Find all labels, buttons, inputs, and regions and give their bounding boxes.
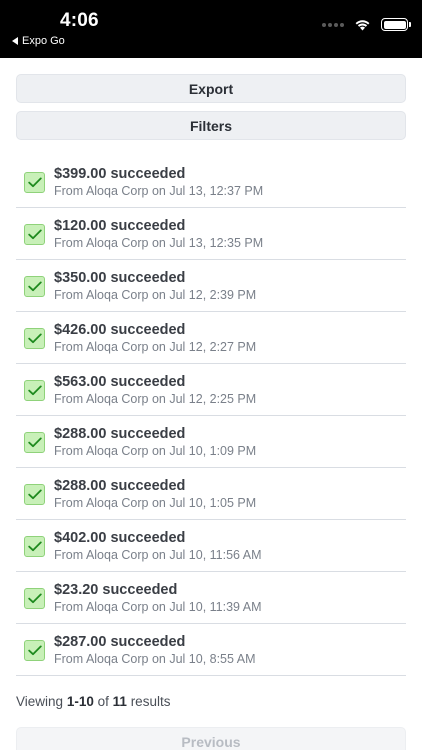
pagination-prefix: Viewing [16, 694, 64, 709]
payment-title: $350.00 succeeded [54, 270, 185, 286]
payment-details: From Aloqa Corp on Jul 10, 1:05 PM [54, 496, 257, 510]
pagination-of: of [97, 694, 109, 709]
signal-dots-icon [322, 22, 344, 27]
status-bar: 4:06 Expo Go [0, 0, 422, 58]
payment-details: From Aloqa Corp on Jul 12, 2:25 PM [54, 392, 257, 406]
checkmark-icon [24, 588, 45, 609]
wifi-icon [355, 20, 370, 31]
payment-details: From Aloqa Corp on Jul 10, 11:56 AM [54, 548, 262, 562]
list-item[interactable]: $399.00 succeeded From Aloqa Corp on Jul … [16, 156, 406, 208]
payment-amount: $288.00 [54, 426, 107, 442]
payment-title: $287.00 succeeded [54, 634, 185, 650]
payments-list: $399.00 succeeded From Aloqa Corp on Jul … [16, 156, 406, 676]
payment-status: succeeded [110, 166, 186, 182]
payment-status: succeeded [110, 478, 186, 494]
back-triangle-icon [12, 37, 18, 45]
payment-amount: $23.20 [54, 582, 99, 598]
list-item[interactable]: $402.00 succeeded From Aloqa Corp on Jul … [16, 520, 406, 572]
payment-status: succeeded [110, 530, 186, 546]
list-item[interactable]: $288.00 succeeded From Aloqa Corp on Jul … [16, 468, 406, 520]
status-indicators [322, 18, 411, 31]
payment-amount: $399.00 [54, 166, 107, 182]
list-item[interactable]: $563.00 succeeded From Aloqa Corp on Jul … [16, 364, 406, 416]
pagination-total: 11 [112, 694, 127, 709]
payment-status: succeeded [110, 426, 186, 442]
status-time: 4:06 [60, 10, 99, 31]
payment-status: succeeded [102, 582, 178, 598]
list-item[interactable]: $287.00 succeeded From Aloqa Corp on Jul … [16, 624, 406, 676]
payment-status: succeeded [110, 270, 186, 286]
list-item[interactable]: $350.00 succeeded From Aloqa Corp on Jul … [16, 260, 406, 312]
payment-details: From Aloqa Corp on Jul 10, 8:55 AM [54, 652, 256, 666]
list-item[interactable]: $23.20 succeeded From Aloqa Corp on Jul 1… [16, 572, 406, 624]
payment-status: succeeded [110, 634, 186, 650]
payment-amount: $563.00 [54, 374, 107, 390]
payment-details: From Aloqa Corp on Jul 10, 1:09 PM [54, 444, 257, 458]
payment-amount: $288.00 [54, 478, 107, 494]
payment-amount: $350.00 [54, 270, 107, 286]
list-item[interactable]: $288.00 succeeded From Aloqa Corp on Jul … [16, 416, 406, 468]
filters-button[interactable]: Filters [16, 111, 406, 140]
checkmark-icon [24, 432, 45, 453]
payment-title: $399.00 succeeded [54, 166, 185, 182]
back-app-label: Expo Go [22, 35, 65, 47]
checkmark-icon [24, 536, 45, 557]
payment-amount: $426.00 [54, 322, 107, 338]
payment-details: From Aloqa Corp on Jul 13, 12:35 PM [54, 236, 264, 250]
checkmark-icon [24, 640, 45, 661]
list-item[interactable]: $120.00 succeeded From Aloqa Corp on Jul … [16, 208, 406, 260]
back-to-app-link[interactable]: Expo Go [12, 35, 65, 47]
payment-details: From Aloqa Corp on Jul 10, 11:39 AM [54, 600, 262, 614]
payment-title: $288.00 succeeded [54, 426, 185, 442]
payment-amount: $287.00 [54, 634, 107, 650]
payment-details: From Aloqa Corp on Jul 13, 12:37 PM [54, 184, 264, 198]
checkmark-icon [24, 224, 45, 245]
checkmark-icon [24, 172, 45, 193]
checkmark-icon [24, 380, 45, 401]
list-item[interactable]: $426.00 succeeded From Aloqa Corp on Jul … [16, 312, 406, 364]
payment-title: $426.00 succeeded [54, 322, 185, 338]
battery-icon [381, 18, 411, 31]
pagination-range: 1-10 [66, 694, 94, 709]
payment-status: succeeded [110, 374, 186, 390]
pagination-suffix: results [130, 694, 171, 709]
payment-title: $563.00 succeeded [54, 374, 185, 390]
checkmark-icon [24, 484, 45, 505]
payment-details: From Aloqa Corp on Jul 12, 2:27 PM [54, 340, 257, 354]
payment-status: succeeded [110, 322, 186, 338]
checkmark-icon [24, 328, 45, 349]
export-button[interactable]: Export [16, 74, 406, 103]
payment-title: $120.00 succeeded [54, 218, 185, 234]
payment-amount: $120.00 [54, 218, 107, 234]
payment-title: $402.00 succeeded [54, 530, 185, 546]
checkmark-icon [24, 276, 45, 297]
payment-title: $288.00 succeeded [54, 478, 185, 494]
pagination-summary: Viewing 1-10 of 11 results [16, 694, 170, 709]
payment-title: $23.20 succeeded [54, 582, 177, 598]
payment-amount: $402.00 [54, 530, 107, 546]
payment-status: succeeded [110, 218, 186, 234]
payment-details: From Aloqa Corp on Jul 12, 2:39 PM [54, 288, 257, 302]
previous-button[interactable]: Previous [16, 727, 406, 750]
